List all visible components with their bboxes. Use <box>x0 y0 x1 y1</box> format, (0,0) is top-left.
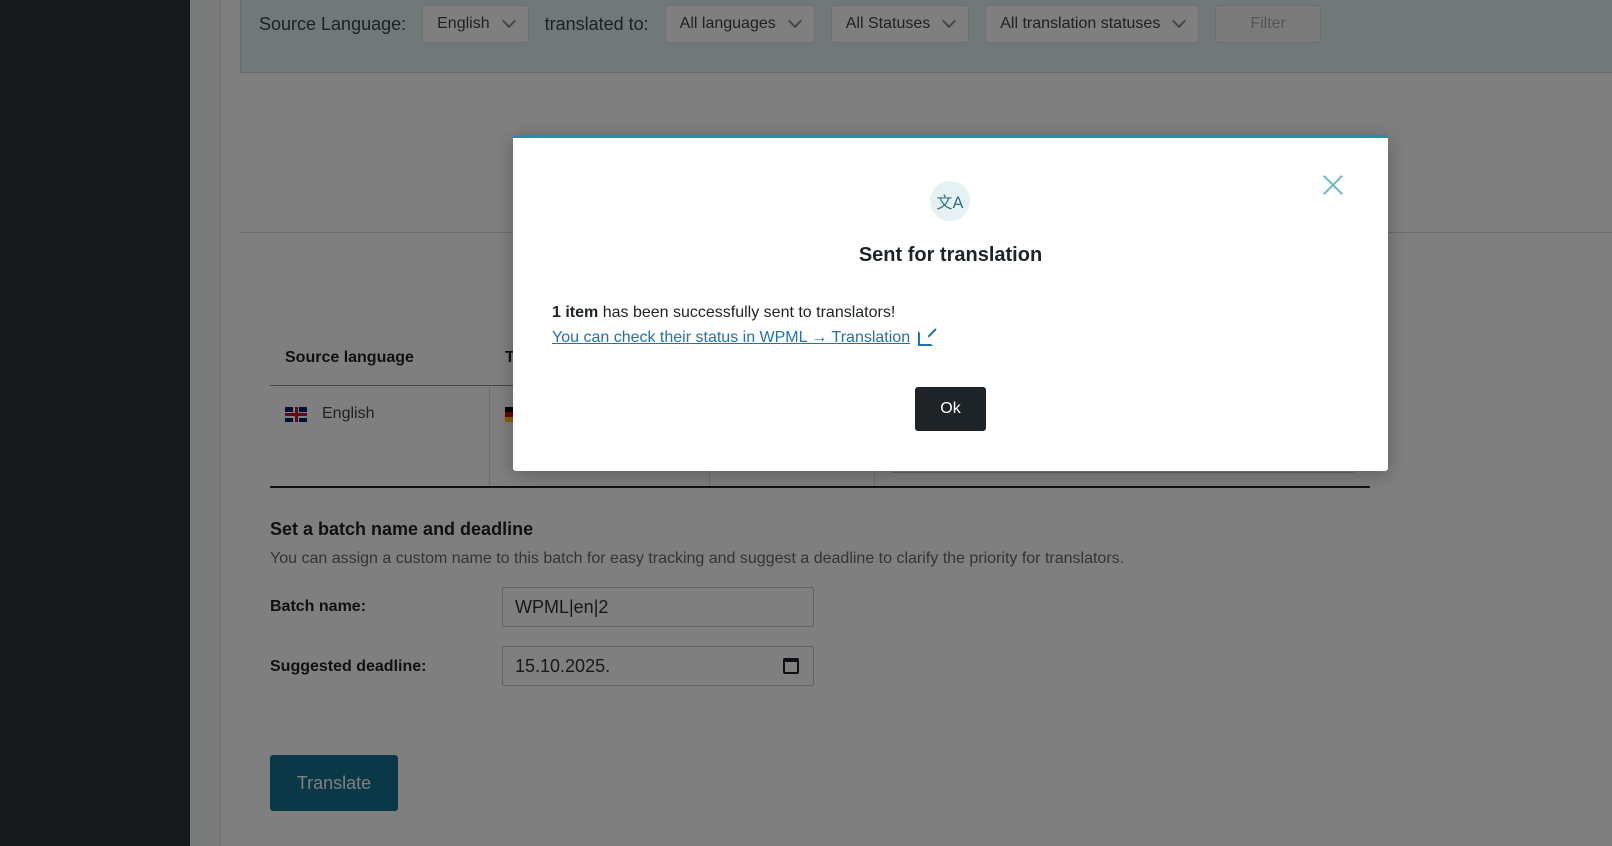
dialog-title: Sent for translation <box>858 244 1043 266</box>
translation-status-link-text[interactable]: You can check their status in WPML → Tra… <box>552 329 910 347</box>
dialog-message-text: has been successfully sent to translator… <box>598 304 896 321</box>
translation-status-link[interactable]: You can check their status in WPML → Tra… <box>552 329 934 347</box>
external-link-icon <box>918 330 934 346</box>
item-count: 1 item <box>552 304 599 321</box>
translate-icon: 文A <box>930 181 970 221</box>
sent-for-translation-dialog: 文A Sent for translation 1 item has been … <box>513 135 1388 471</box>
dialog-message: 1 item has been successfully sent to tra… <box>552 304 895 322</box>
close-icon[interactable] <box>1322 174 1344 196</box>
ok-button[interactable]: Ok <box>915 387 986 431</box>
